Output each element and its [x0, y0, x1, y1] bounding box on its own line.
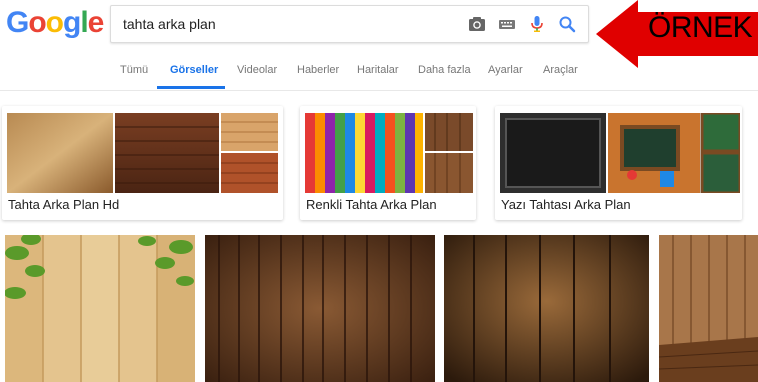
tab-all[interactable]: Tümü	[120, 64, 148, 76]
related-card-chalkboard[interactable]: Yazı Tahtası Arka Plan	[495, 106, 742, 220]
related-card-hd[interactable]: Tahta Arka Plan Hd	[2, 106, 283, 220]
related-card-label: Tahta Arka Plan Hd	[8, 197, 120, 212]
tab-more[interactable]: Daha fazla	[418, 64, 471, 76]
image-result[interactable]	[444, 235, 649, 382]
image-result[interactable]	[205, 235, 435, 382]
annotation-label: ÖRNEK	[648, 11, 753, 44]
logo-letter: e	[87, 6, 105, 39]
related-card-label: Renkli Tahta Arka Plan	[306, 197, 437, 212]
image-results-grid	[0, 235, 758, 382]
related-card-label: Yazı Tahtası Arka Plan	[501, 197, 631, 212]
search-icon[interactable]	[557, 14, 577, 34]
logo-letter: G	[6, 6, 29, 39]
related-card-colorful[interactable]: Renkli Tahta Arka Plan	[300, 106, 476, 220]
tab-images[interactable]: Görseller	[170, 64, 218, 76]
search-box[interactable]: tahta arka plan	[110, 5, 589, 43]
related-thumbnail	[305, 113, 473, 193]
logo-letter: o	[28, 6, 46, 39]
keyboard-icon[interactable]	[497, 14, 517, 34]
related-searches: Tahta Arka Plan Hd Renkli Tahta Arka Pla…	[0, 103, 758, 223]
search-input[interactable]: tahta arka plan	[123, 16, 216, 32]
image-result[interactable]	[5, 235, 195, 382]
tab-settings[interactable]: Ayarlar	[488, 64, 523, 76]
logo-letter: o	[45, 6, 64, 39]
tab-news[interactable]: Haberler	[297, 64, 339, 76]
mic-icon[interactable]	[527, 14, 547, 34]
logo-letter: g	[63, 6, 81, 39]
active-tab-indicator	[157, 86, 225, 89]
related-thumbnail	[500, 113, 740, 193]
google-logo[interactable]: Google	[6, 5, 105, 41]
logo-letter: l	[80, 6, 88, 39]
camera-icon[interactable]	[467, 14, 487, 34]
tab-tools[interactable]: Araçlar	[543, 64, 578, 76]
related-thumbnail	[7, 113, 278, 193]
tab-maps[interactable]: Haritalar	[357, 64, 399, 76]
tab-videos[interactable]: Videolar	[237, 64, 277, 76]
image-result[interactable]	[659, 235, 758, 382]
